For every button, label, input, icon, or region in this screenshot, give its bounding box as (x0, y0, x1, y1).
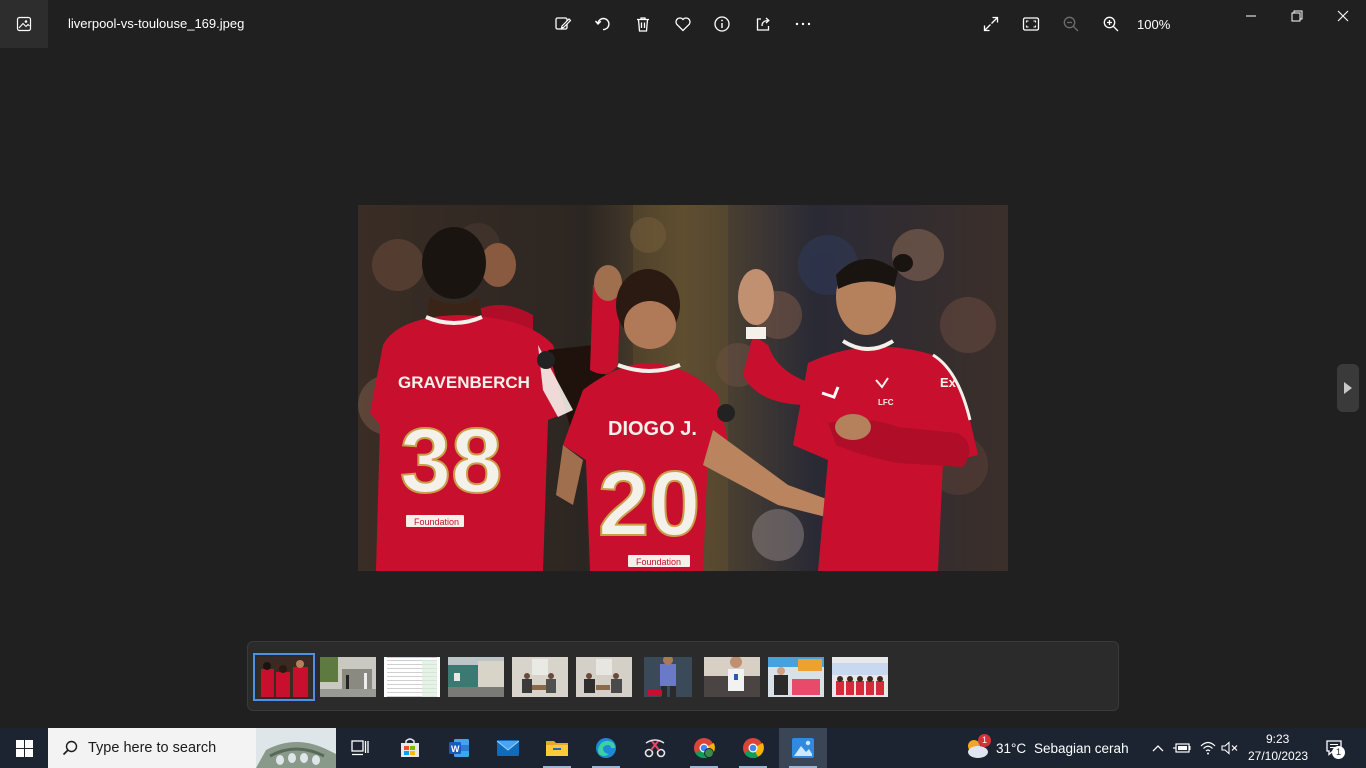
filmstrip (247, 641, 1119, 711)
chevron-up-icon (1152, 745, 1164, 752)
thumbnail-3[interactable] (384, 657, 440, 697)
battery-button[interactable] (1172, 738, 1192, 758)
word-icon: W (449, 739, 469, 757)
task-view-icon (351, 740, 369, 756)
weather-widget[interactable]: 1 (964, 734, 991, 760)
thumbnail-8[interactable] (704, 657, 760, 697)
show-hidden-icons-button[interactable] (1148, 738, 1168, 758)
thumbnail-4[interactable] (448, 657, 504, 697)
taskbar-chrome-1[interactable] (680, 728, 728, 768)
thumbnail-1[interactable] (253, 653, 315, 701)
search-icon (62, 740, 78, 756)
battery-charging-icon (1173, 743, 1191, 753)
chrome-icon (694, 738, 715, 759)
clock-date[interactable]: 27/10/2023 (1248, 749, 1308, 763)
network-button[interactable] (1198, 738, 1218, 758)
action-center-button[interactable]: 1 (1322, 738, 1348, 759)
file-name: liverpool-vs-toulouse_169.jpeg (68, 16, 245, 31)
thumbnail-5[interactable] (512, 657, 568, 697)
thumbnail-7[interactable] (644, 657, 692, 697)
zoom-out-icon[interactable] (1059, 12, 1083, 36)
chest-sponsor-text: Ex (940, 375, 957, 390)
player1-sponsor: Foundation (414, 517, 459, 527)
photos-icon (792, 738, 814, 758)
search-placeholder: Type here to search (88, 740, 217, 756)
share-icon[interactable] (751, 12, 775, 36)
weather-badge: 1 (978, 734, 991, 747)
notifications-count: 1 (1332, 746, 1345, 759)
weather-temperature[interactable]: 31°C (996, 741, 1026, 756)
edge-icon (596, 738, 616, 758)
player1-number: 38 (400, 410, 502, 512)
taskbar-file-explorer[interactable] (533, 728, 581, 768)
thumbnail-9[interactable] (768, 657, 824, 697)
more-icon[interactable] (791, 12, 815, 36)
mail-icon (496, 740, 520, 756)
crest-text: LFC (878, 398, 894, 407)
snipping-tool-icon (644, 739, 666, 758)
windows-logo-icon (15, 739, 33, 757)
player2-name: DIOGO J. (608, 418, 697, 440)
edit-image-icon[interactable] (551, 12, 575, 36)
info-icon[interactable] (710, 12, 734, 36)
fit-to-window-icon[interactable] (1019, 12, 1043, 36)
taskbar-word[interactable]: W (435, 728, 483, 768)
rotate-icon[interactable] (591, 12, 615, 36)
zoom-level[interactable]: 100% (1137, 17, 1170, 32)
player2-number: 20 (598, 453, 700, 555)
main-photo: GRAVENBERCH 38 Foundation DIOGO J. 20 Fo… (358, 205, 1008, 571)
microsoft-store-icon (401, 738, 419, 757)
photo-illustration: GRAVENBERCH 38 Foundation DIOGO J. 20 Fo… (358, 205, 1008, 571)
svg-text:W: W (451, 744, 460, 754)
title-bar: liverpool-vs-toulouse_169.jpeg 100% (0, 0, 1366, 48)
photos-app-icon[interactable] (0, 0, 48, 48)
wifi-icon (1200, 741, 1216, 755)
volume-button[interactable] (1220, 738, 1240, 758)
delete-icon[interactable] (631, 12, 655, 36)
minimize-button[interactable] (1228, 0, 1274, 32)
weather-condition[interactable]: Sebagian cerah (1034, 741, 1129, 756)
taskbar-photos[interactable] (779, 728, 827, 768)
chrome-icon (743, 738, 764, 759)
file-explorer-icon (546, 741, 568, 756)
close-button[interactable] (1320, 0, 1366, 32)
fullscreen-icon[interactable] (979, 12, 1003, 36)
thumbnail-6[interactable] (576, 657, 632, 697)
taskbar-snipping-tool[interactable] (631, 728, 679, 768)
restore-button[interactable] (1274, 0, 1320, 32)
taskbar-mail[interactable] (484, 728, 532, 768)
search-highlight-illustration (256, 728, 336, 768)
zoom-in-icon[interactable] (1099, 12, 1123, 36)
thumbnail-2[interactable] (320, 657, 376, 697)
player2-sponsor: Foundation (636, 557, 681, 567)
clock-time[interactable]: 9:23 (1266, 732, 1289, 746)
volume-muted-icon (1221, 741, 1238, 755)
start-button[interactable] (0, 728, 48, 768)
favorite-icon[interactable] (671, 12, 695, 36)
player1-name: GRAVENBERCH (398, 373, 530, 392)
taskbar-search-box[interactable]: Type here to search (48, 728, 336, 768)
next-image-button[interactable] (1337, 364, 1359, 412)
taskbar-microsoft-store[interactable] (386, 728, 434, 768)
thumbnail-10[interactable] (832, 657, 888, 697)
taskbar-chrome-2[interactable] (729, 728, 777, 768)
chevron-right-icon (1344, 382, 1352, 394)
taskbar: Type here to search W 1 31°C Sebagian ce… (0, 728, 1366, 768)
taskbar-edge[interactable] (582, 728, 630, 768)
task-view-button[interactable] (336, 728, 384, 768)
